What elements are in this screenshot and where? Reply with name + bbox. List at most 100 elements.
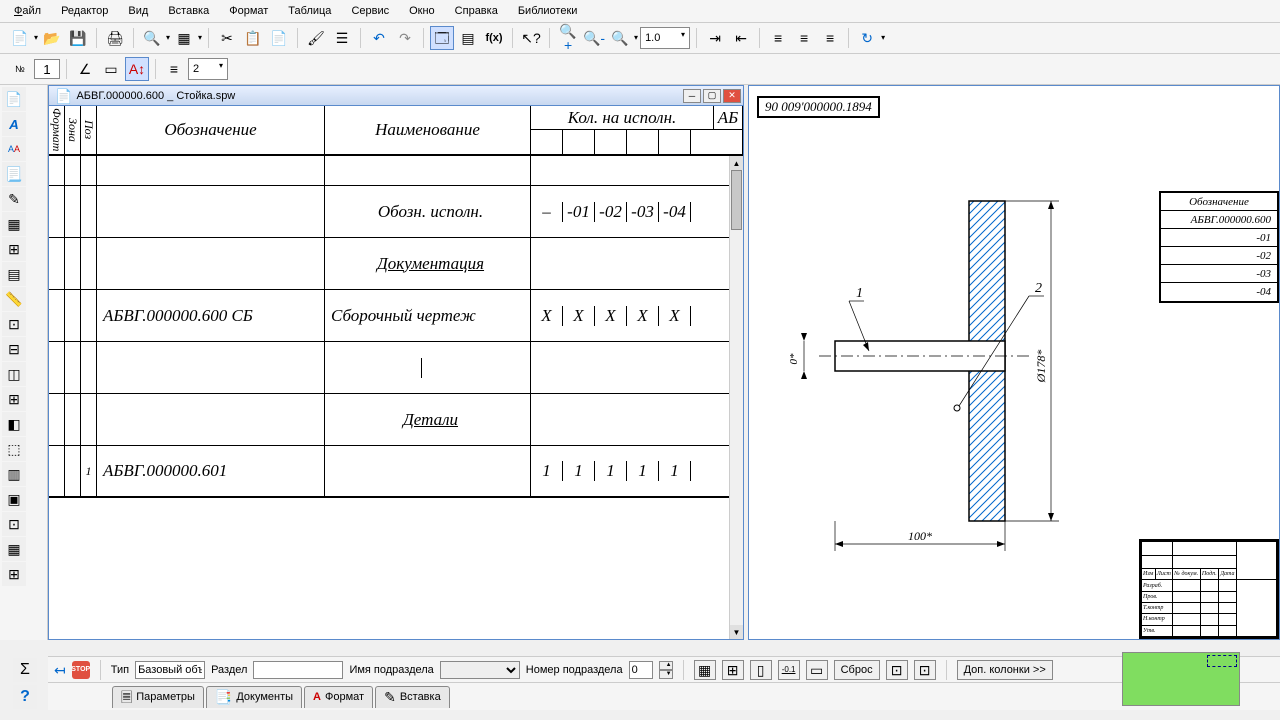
tab-insert[interactable]: ✎ Вставка (375, 686, 450, 708)
side-text-aa-button[interactable]: AA (2, 137, 26, 161)
side-17-button[interactable]: ▣ (2, 487, 26, 511)
save-button[interactable]: 💾 (66, 26, 90, 50)
opt-1-button[interactable]: ▦ (694, 660, 716, 680)
zoom-out-button[interactable]: 🔍- (582, 26, 606, 50)
menu-help[interactable]: Справка (449, 2, 504, 20)
cut-button[interactable]: ✂ (215, 26, 239, 50)
side-20-button[interactable]: ⊞ (2, 562, 26, 586)
opt-4-button[interactable]: -0.1 (778, 660, 800, 680)
variables-button[interactable]: f(x) (482, 26, 506, 50)
section-input[interactable] (253, 661, 343, 679)
cell-k1[interactable]: 1 (563, 461, 595, 481)
menu-view[interactable]: Вид (122, 2, 154, 20)
window-mode-button[interactable]: 🗔 (430, 26, 454, 50)
spin-up-button[interactable]: ▲ (659, 661, 673, 670)
redo-button[interactable]: ↷ (393, 26, 417, 50)
side-15-button[interactable]: ⬚ (2, 437, 26, 461)
menu-table[interactable]: Таблица (282, 2, 337, 20)
dropdown-icon[interactable]: ▾ (634, 34, 638, 42)
drawing-body[interactable]: 90 009'000000.1894 Обозначение АБВГ.0000… (749, 86, 1279, 639)
align-left-button[interactable]: ≡ (766, 26, 790, 50)
table-row[interactable] (49, 156, 743, 186)
cell-k0[interactable]: – (531, 202, 563, 222)
table-row[interactable]: АБВГ.000000.600 СБ Сборочный чертеж X X … (49, 290, 743, 342)
preview-button[interactable]: 🔍 (140, 26, 164, 50)
cell-naim[interactable]: Документация (325, 238, 531, 289)
paste-button[interactable]: 📄 (267, 26, 291, 50)
menu-file[interactable]: ФФайлайл (8, 2, 47, 20)
cell-k3[interactable]: X (627, 306, 659, 326)
sigma-button[interactable]: Σ (13, 658, 37, 682)
side-7-button[interactable]: ⊞ (2, 237, 26, 261)
properties-button[interactable]: ▦ (172, 26, 196, 50)
side-16-button[interactable]: ▥ (2, 462, 26, 486)
side-14-button[interactable]: ◧ (2, 412, 26, 436)
align-center-button[interactable]: ≡ (792, 26, 816, 50)
tool-b-button[interactable]: ▭ (99, 57, 123, 81)
new-button[interactable]: 📄 (8, 26, 32, 50)
cell-k2[interactable]: -02 (595, 202, 627, 222)
cell-naim[interactable]: Обозн. исполн. (325, 186, 531, 237)
cell-k3[interactable]: -03 (627, 202, 659, 222)
extra-cols-button[interactable]: Доп. колонки >> (957, 660, 1053, 680)
copy-button[interactable]: 📋 (241, 26, 265, 50)
side-4-button[interactable]: 📃 (2, 162, 26, 186)
opt-3-button[interactable]: ▯ (750, 660, 772, 680)
table-row[interactable] (49, 342, 743, 394)
spec-titlebar[interactable]: 📄 АБВГ.000000.600 _ Стойка.spw ─ ▢ ✕ (49, 86, 743, 106)
number-button[interactable]: № (8, 57, 32, 81)
cell-poz[interactable]: 1 (81, 446, 97, 496)
opt-7-button[interactable]: ⊡ (914, 660, 936, 680)
side-doc-button[interactable]: 📄 (2, 87, 26, 111)
stop-button[interactable]: STOP (72, 661, 90, 679)
side-11-button[interactable]: ⊟ (2, 337, 26, 361)
layers-button[interactable]: ▤ (456, 26, 480, 50)
table-row[interactable]: Документация (49, 238, 743, 290)
cell-naim[interactable]: Детали (325, 394, 531, 445)
side-10-button[interactable]: ⊡ (2, 312, 26, 336)
back-icon[interactable]: ↤ (54, 663, 66, 677)
scroll-up-button[interactable]: ▲ (730, 156, 743, 170)
scroll-down-button[interactable]: ▼ (730, 625, 743, 639)
table-row[interactable]: Обозн. исполн. – -01 -02 -03 -04 (49, 186, 743, 238)
open-button[interactable]: 📂 (40, 26, 64, 50)
zoom-in-button[interactable]: 🔍+ (556, 26, 580, 50)
dropdown-icon[interactable]: ▾ (198, 34, 202, 42)
subsection-select[interactable] (440, 661, 520, 679)
side-19-button[interactable]: ▦ (2, 537, 26, 561)
tool-a-button[interactable]: ∠ (73, 57, 97, 81)
undo-button[interactable]: ↶ (367, 26, 391, 50)
menu-window[interactable]: Окно (403, 2, 441, 20)
field2-dropdown[interactable]: 2 (188, 58, 228, 80)
collapse-button[interactable]: ⇥ (703, 26, 727, 50)
cell-k1[interactable]: -01 (563, 202, 595, 222)
menu-editor[interactable]: Редактор (55, 2, 114, 20)
opt-5-button[interactable]: ▭ (806, 660, 828, 680)
side-6-button[interactable]: ▦ (2, 212, 26, 236)
minimize-button[interactable]: ─ (683, 89, 701, 103)
zoom-fit-button[interactable]: 🔍 (608, 26, 632, 50)
tab-format[interactable]: A Формат (304, 686, 373, 708)
list-button[interactable]: ☰ (330, 26, 354, 50)
cell-k2[interactable]: X (595, 306, 627, 326)
maximize-button[interactable]: ▢ (703, 89, 721, 103)
cell-naim[interactable]: Сборочный чертеж (325, 290, 531, 341)
close-button[interactable]: ✕ (723, 89, 741, 103)
zoom-level-dropdown[interactable]: 1.0 (640, 27, 690, 49)
side-text-a-button[interactable]: A (2, 112, 26, 136)
help-pointer-button[interactable]: ↖? (519, 26, 543, 50)
dropdown-icon[interactable]: ▾ (34, 34, 38, 42)
navigator-viewport[interactable] (1207, 655, 1237, 667)
cell-k4[interactable]: -04 (659, 202, 691, 222)
navigator[interactable] (1122, 652, 1240, 706)
dropdown-icon[interactable]: ▾ (881, 34, 885, 42)
number-input[interactable] (34, 59, 60, 79)
opt-6-button[interactable]: ⊡ (886, 660, 908, 680)
menu-format[interactable]: Формат (223, 2, 274, 20)
table-row[interactable]: Детали (49, 394, 743, 446)
tool-c-button[interactable]: A↕ (125, 57, 149, 81)
menu-insert[interactable]: Вставка (162, 2, 215, 20)
side-9-button[interactable]: 📏 (2, 287, 26, 311)
cell-oboz[interactable]: АБВГ.000000.601 (97, 446, 325, 496)
opt-2-button[interactable]: ⊞ (722, 660, 744, 680)
